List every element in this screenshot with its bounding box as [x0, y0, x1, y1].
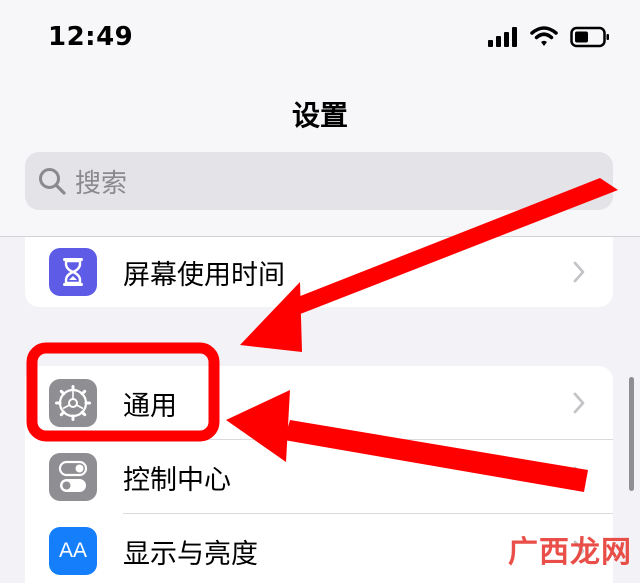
watermark: 广西龙网: [508, 535, 632, 570]
arrow-upper: [240, 178, 618, 352]
arrow-lower: [226, 390, 588, 492]
annotation-overlay: [26, 178, 618, 492]
highlight-box: [26, 342, 220, 442]
settings-screen: 12:49 设置 搜索 屏幕使用时间 通用 控制中心 AA 显示与亮度 广西龙网: [0, 0, 640, 583]
